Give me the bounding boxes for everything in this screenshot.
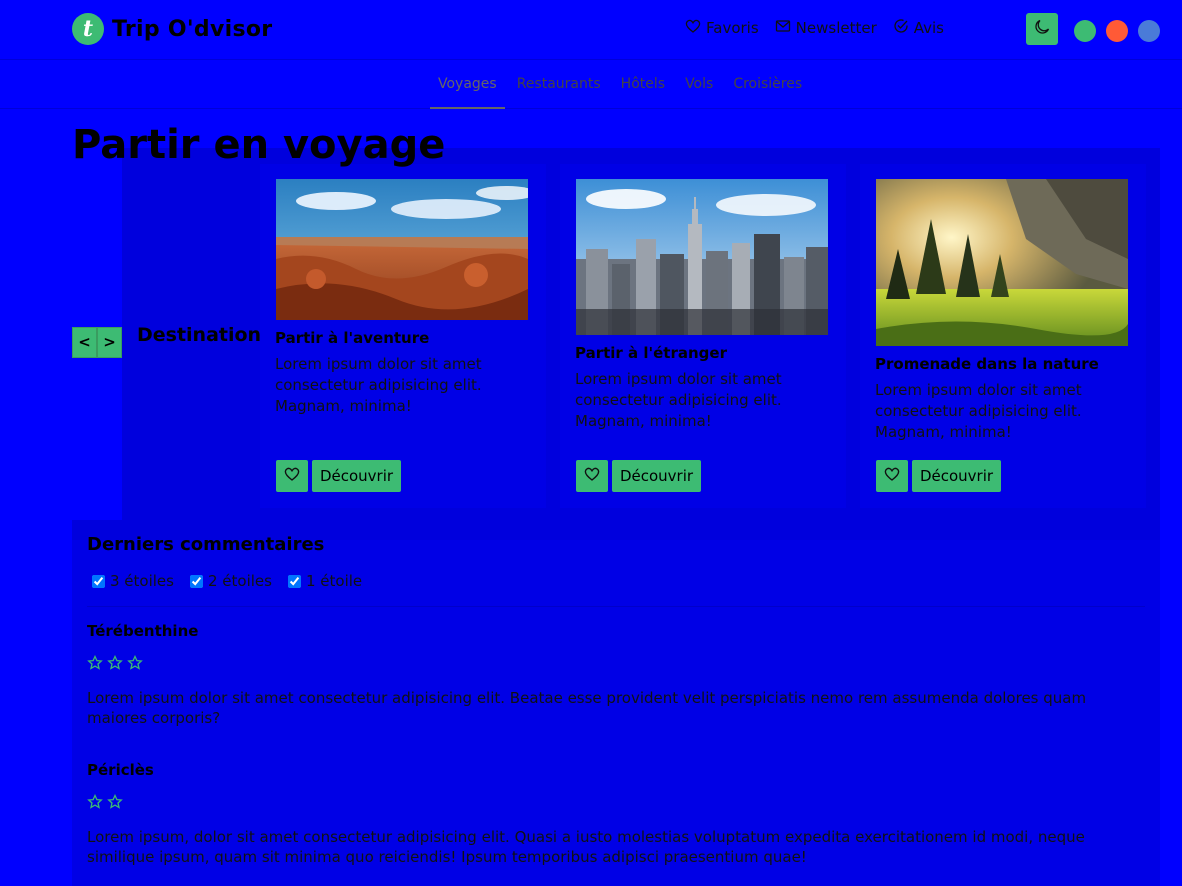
brand-logo: t [72, 13, 104, 45]
star-icon [107, 793, 123, 814]
city-skyline-photo [576, 179, 828, 335]
heart-icon [584, 466, 600, 486]
top-link-favoris[interactable]: Favoris [685, 18, 759, 38]
filter-label: 3 étoiles [110, 572, 174, 590]
filter-label: 2 étoiles [207, 572, 272, 590]
card-text: Lorem ipsum dolor sit amet consectetur a… [875, 381, 1082, 441]
rating-filters: 3 étoiles 2 étoiles 1 étoile [92, 572, 378, 590]
destination-card: Partir à l'étranger Lorem ipsum dolor si… [560, 164, 846, 508]
filter-checkbox[interactable] [287, 574, 301, 588]
carousel-prev-button[interactable]: < [72, 327, 97, 358]
comment-author: Périclès [87, 761, 154, 779]
favorite-button[interactable] [276, 460, 308, 492]
heart-icon [284, 466, 300, 486]
star-icon [127, 654, 143, 675]
theme-color-green[interactable] [1074, 20, 1096, 42]
filter-label: 1 étoile [305, 572, 363, 590]
discover-button[interactable]: Découvrir [312, 460, 401, 492]
comment-text: Lorem ipsum dolor sit amet consectetur a… [87, 689, 1087, 727]
page-title: Partir en voyage [72, 122, 446, 168]
section-label-destinations: Destinations [137, 324, 273, 346]
main-nav: Voyages Restaurants Hôtels Vols Croisièr… [0, 61, 1182, 109]
discover-button[interactable]: Découvrir [612, 460, 701, 492]
comments-title: Derniers commentaires [87, 534, 325, 555]
card-title: Partir à l'aventure [275, 329, 430, 347]
brand-name: Trip O'dvisor [112, 16, 273, 42]
comment-rating [87, 654, 143, 675]
check-circle-icon [893, 18, 909, 38]
card-text: Lorem ipsum dolor sit amet consectetur a… [275, 355, 482, 415]
site-header: t Trip O'dvisor Favoris Newsletter Avis [0, 0, 1182, 60]
moon-icon [1034, 19, 1050, 39]
carousel-next-button[interactable]: > [97, 327, 122, 358]
favorite-button[interactable] [576, 460, 608, 492]
top-link-label: Avis [913, 19, 944, 37]
tab-hotels[interactable]: Hôtels [613, 61, 673, 109]
theme-color-blue[interactable] [1138, 20, 1160, 42]
card-text: Lorem ipsum dolor sit amet consectetur a… [575, 370, 782, 430]
heart-icon [685, 18, 701, 38]
discover-button[interactable]: Découvrir [912, 460, 1001, 492]
comment-rating [87, 793, 123, 814]
top-links: Favoris Newsletter Avis [685, 18, 944, 38]
tab-vols[interactable]: Vols [677, 61, 721, 109]
card-title: Partir à l'étranger [575, 344, 727, 362]
tab-croisieres[interactable]: Croisières [725, 61, 810, 109]
comment-text: Lorem ipsum, dolor sit amet consectetur … [87, 828, 1085, 866]
top-link-avis[interactable]: Avis [893, 18, 944, 38]
tab-restaurants[interactable]: Restaurants [509, 61, 609, 109]
heart-icon [884, 466, 900, 486]
top-link-label: Newsletter [795, 19, 877, 37]
comments-section: Derniers commentaires 3 étoiles 2 étoile… [72, 520, 1160, 886]
dark-mode-button[interactable] [1026, 13, 1058, 45]
canyon-desert-photo [276, 179, 528, 320]
comment-author: Térébenthine [87, 622, 199, 640]
tab-voyages[interactable]: Voyages [430, 61, 505, 109]
filter-2-stars[interactable]: 2 étoiles [189, 572, 272, 590]
filter-checkbox[interactable] [92, 574, 105, 588]
envelope-icon [775, 18, 791, 38]
filter-1-star[interactable]: 1 étoile [287, 572, 363, 590]
card-title: Promenade dans la nature [875, 355, 1099, 373]
destination-card: Partir à l'aventure Lorem ipsum dolor si… [260, 164, 546, 508]
divider [87, 606, 1145, 607]
star-icon [87, 654, 103, 675]
top-link-label: Favoris [706, 19, 759, 37]
carousel-controls: < > [72, 327, 122, 358]
brand[interactable]: t Trip O'dvisor [72, 13, 272, 45]
filter-3-stars[interactable]: 3 étoiles [92, 572, 174, 590]
forest-valley-photo [876, 179, 1128, 346]
star-icon [87, 793, 103, 814]
destination-card: Promenade dans la nature Lorem ipsum dol… [860, 164, 1146, 508]
filter-checkbox[interactable] [189, 574, 203, 588]
nav-tabs: Voyages Restaurants Hôtels Vols Croisièr… [430, 61, 814, 109]
top-link-newsletter[interactable]: Newsletter [775, 18, 877, 38]
favorite-button[interactable] [876, 460, 908, 492]
theme-color-orange[interactable] [1106, 20, 1128, 42]
star-icon [107, 654, 123, 675]
